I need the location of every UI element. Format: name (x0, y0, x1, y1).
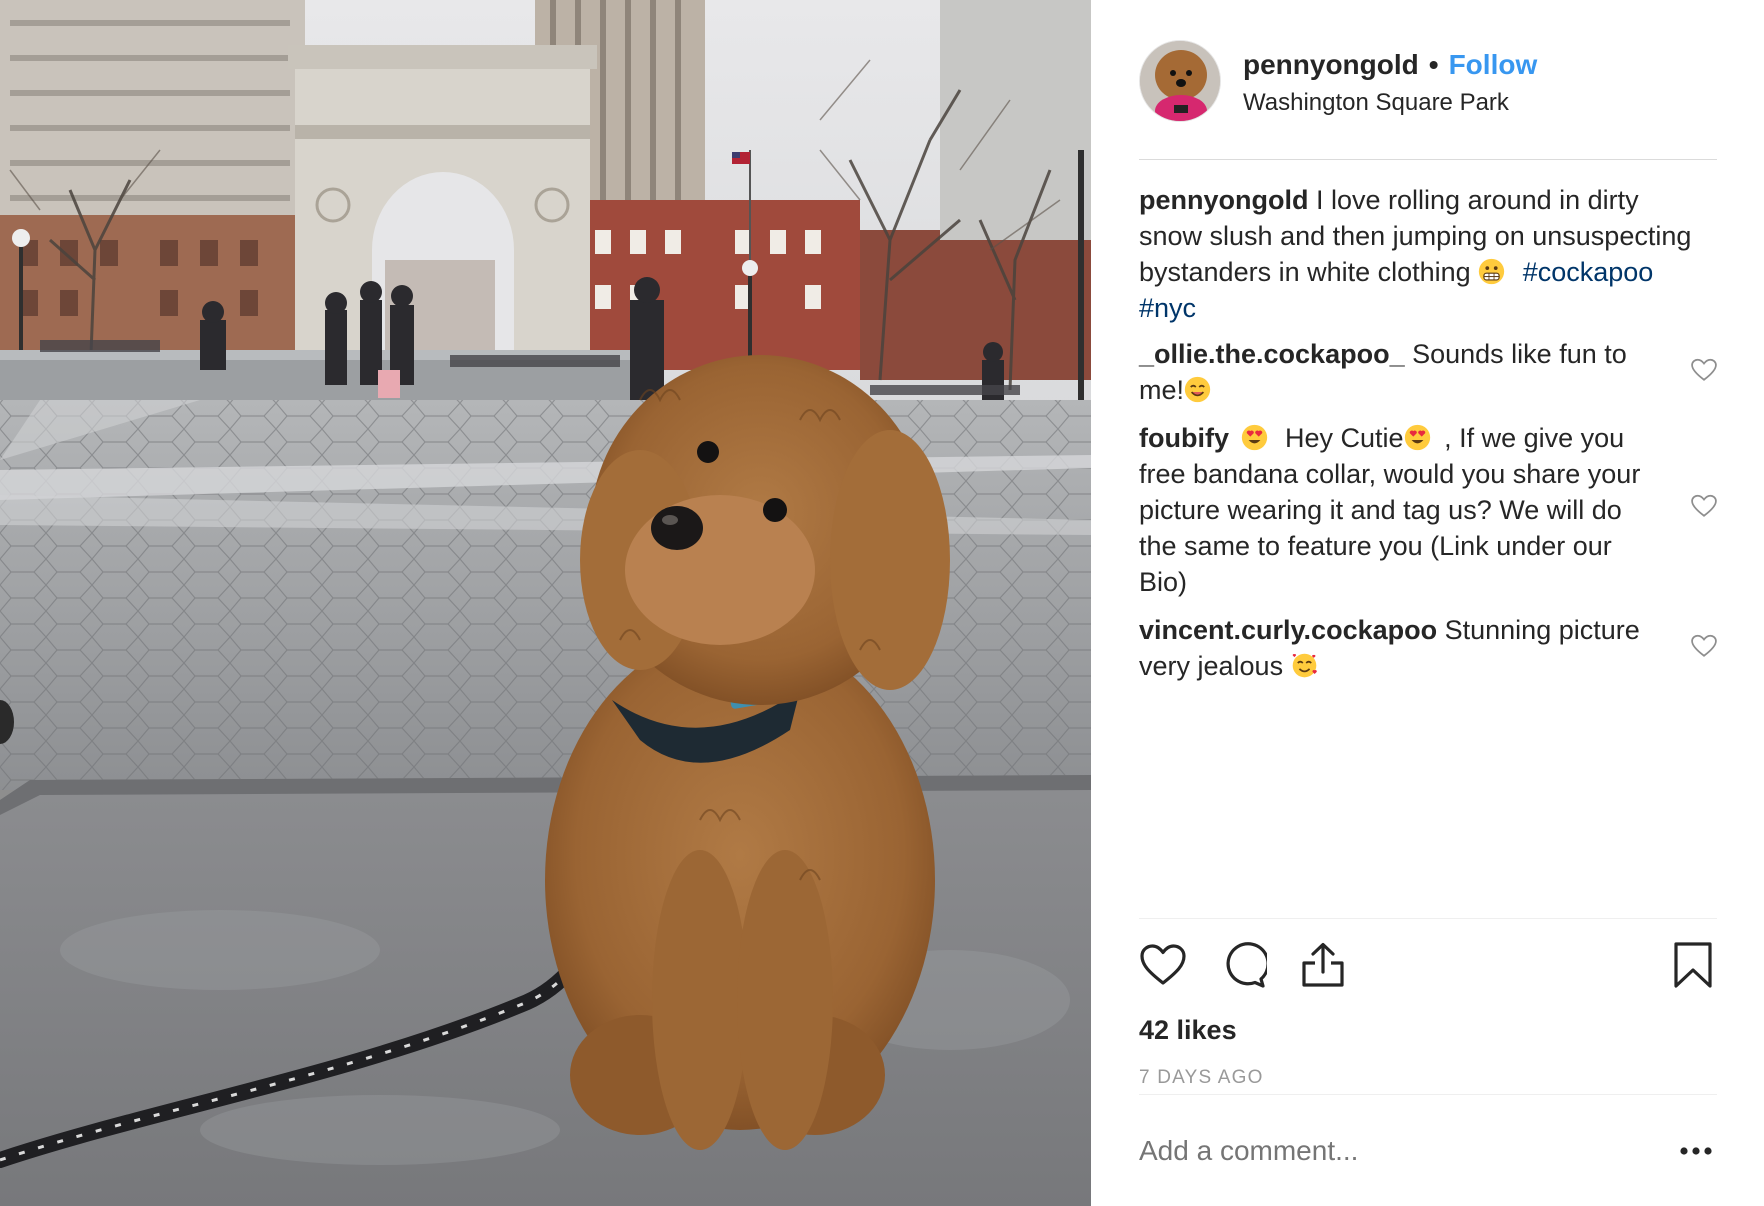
post-side-panel: pennyongold • Follow Washington Square P… (1091, 0, 1764, 1206)
comment-item: vincent.curly.cockapoo Stunning picture … (1139, 612, 1717, 684)
separator-dot: • (1428, 49, 1439, 80)
grimacing-face-icon (1479, 258, 1505, 285)
like-comment-heart-icon[interactable] (1691, 634, 1717, 658)
bookmark-icon[interactable] (1669, 941, 1717, 989)
caption-username[interactable]: pennyongold (1139, 185, 1308, 215)
comment-username[interactable]: vincent.curly.cockapoo (1139, 615, 1437, 645)
post-timestamp[interactable]: 7 DAYS AGO (1139, 1065, 1717, 1091)
header-text: pennyongold • Follow Washington Square P… (1243, 48, 1537, 118)
comment-username[interactable]: _ollie.the.cockapoo_ (1139, 339, 1405, 369)
heart-eyes-icon (1404, 424, 1430, 451)
hashtag-link[interactable]: #cockapoo (1523, 257, 1654, 287)
heart-eyes-icon (1241, 424, 1267, 451)
cockapoo-dog (545, 355, 950, 1150)
action-bar (1139, 919, 1717, 1011)
smiling-face-with-hearts-icon (1292, 653, 1317, 678)
like-comment-heart-icon[interactable] (1691, 358, 1717, 382)
header-line: pennyongold • Follow (1243, 48, 1537, 82)
comment-item: foubify Hey Cutie , If we give you free … (1139, 420, 1717, 600)
post-photo[interactable] (0, 0, 1091, 1206)
comment-username[interactable]: foubify (1139, 423, 1229, 453)
share-icon[interactable] (1299, 941, 1347, 989)
avatar-dog-image (1140, 41, 1220, 121)
heart-icon[interactable] (1139, 941, 1187, 989)
post-header: pennyongold • Follow Washington Square P… (1139, 40, 1717, 160)
comments-list: pennyongold I love rolling around in dir… (1139, 182, 1717, 696)
post-actions-section: 42 likes 7 DAYS AGO (1139, 918, 1717, 1091)
smiling-face-icon (1184, 376, 1211, 403)
add-comment-input[interactable] (1139, 1130, 1679, 1171)
follow-button[interactable]: Follow (1449, 48, 1538, 82)
comment-item: _ollie.the.cockapoo_ Sounds like fun to … (1139, 336, 1717, 408)
caption: pennyongold I love rolling around in dir… (1139, 182, 1717, 326)
likes-count[interactable]: 42 likes (1139, 1013, 1717, 1047)
instagram-post: pennyongold • Follow Washington Square P… (0, 0, 1764, 1206)
avatar[interactable] (1139, 40, 1221, 122)
author-username[interactable]: pennyongold (1243, 48, 1419, 82)
more-icon[interactable] (1679, 1146, 1713, 1156)
add-comment-bar (1139, 1094, 1717, 1206)
location-link[interactable]: Washington Square Park (1243, 88, 1537, 118)
hashtag-link[interactable]: #nyc (1139, 293, 1196, 323)
like-comment-heart-icon[interactable] (1691, 494, 1717, 518)
comment-text: Hey Cutie (1285, 423, 1404, 453)
dog-in-park-image (0, 0, 1091, 1206)
comment-icon[interactable] (1219, 941, 1267, 989)
